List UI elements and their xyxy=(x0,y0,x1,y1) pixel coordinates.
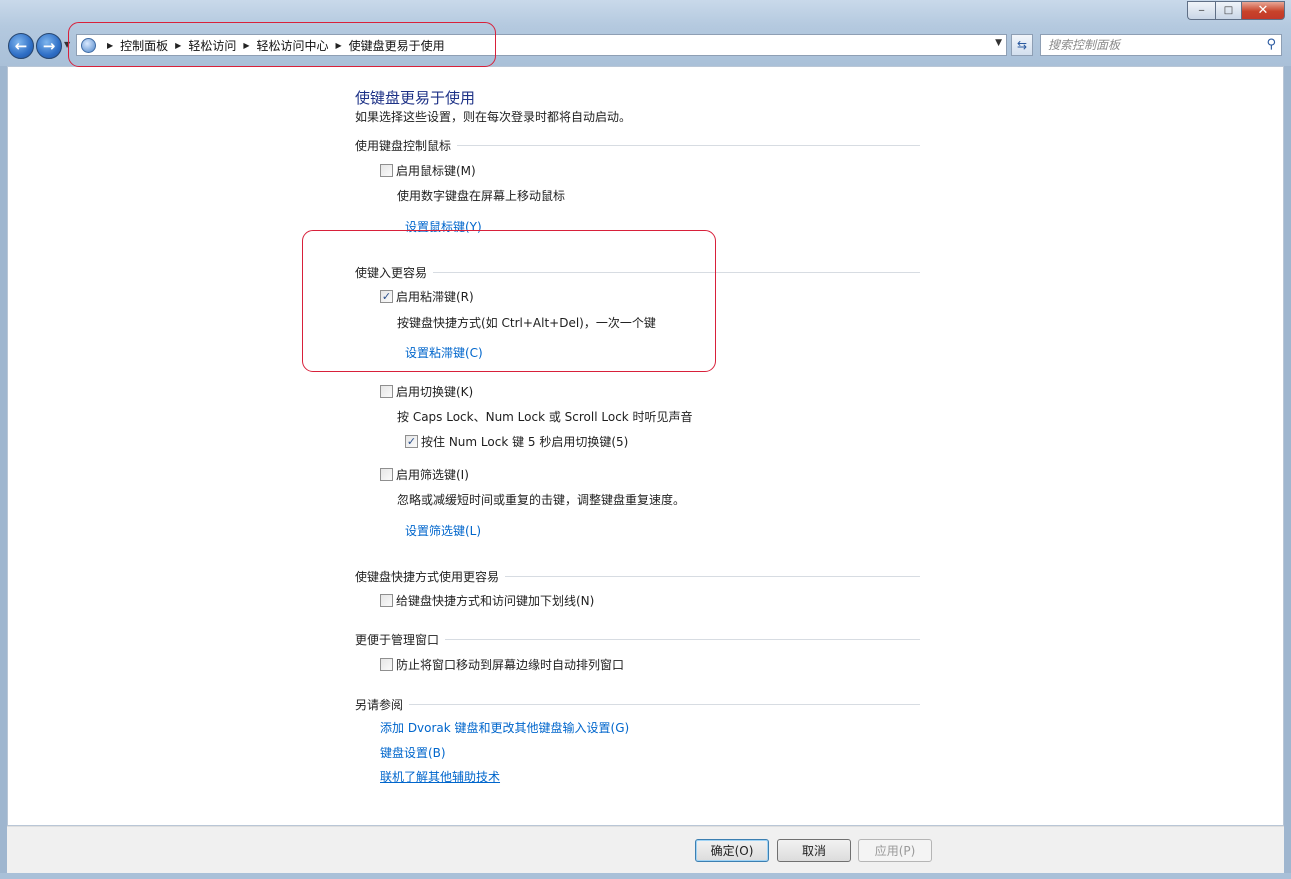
arrow-left-icon: ← xyxy=(14,37,28,55)
section-heading-windows: 更便于管理窗口 xyxy=(355,631,920,648)
minimize-button[interactable]: ‒ xyxy=(1187,1,1215,20)
search-input[interactable] xyxy=(1048,38,1248,52)
search-icon[interactable]: ⚲ xyxy=(1266,37,1276,52)
section-heading-label: 使键入更容易 xyxy=(355,266,428,280)
page-subtitle: 如果选择这些设置，则在每次登录时都将自动启动。 xyxy=(355,110,632,124)
stickykeys-label[interactable]: 启用粘滞键(R) xyxy=(396,288,474,305)
address-bar[interactable]: ▶ 控制面板 ▶ 轻松访问 ▶ 轻松访问中心 ▶ 使键盘更易于使用 ▼ xyxy=(76,34,1007,56)
underline-shortcuts-option[interactable]: 给键盘快捷方式和访问键加下划线(N) xyxy=(380,592,594,609)
dialog-footer: 确定(O) 取消 应用(P) xyxy=(7,826,1284,873)
filterkeys-label[interactable]: 启用筛选键(I) xyxy=(396,466,469,483)
divider xyxy=(445,639,920,640)
section-heading-typing: 使键入更容易 xyxy=(355,264,920,281)
filterkeys-settings-link[interactable]: 设置筛选键(L) xyxy=(405,522,481,539)
breadcrumb-chevron-icon[interactable]: ▶ xyxy=(336,41,342,50)
section-heading-shortcuts: 使键盘快捷方式使用更容易 xyxy=(355,568,920,585)
assistive-tech-online-link[interactable]: 联机了解其他辅助技术 xyxy=(380,768,500,785)
underline-shortcuts-label[interactable]: 给键盘快捷方式和访问键加下划线(N) xyxy=(396,592,594,609)
stickykeys-checkbox[interactable]: ✓ xyxy=(380,290,393,303)
breadcrumb-current-page[interactable]: 使键盘更易于使用 xyxy=(349,37,445,54)
content-pane: 使键盘更易于使用 如果选择这些设置，则在每次登录时都将自动启动。 使用键盘控制鼠… xyxy=(7,66,1284,826)
forward-button[interactable]: → xyxy=(36,33,62,59)
filterkeys-description: 忽略或减缓短时间或重复的击键，调整键盘重复速度。 xyxy=(397,493,686,507)
recent-pages-dropdown[interactable]: ▼ xyxy=(64,40,70,49)
close-button[interactable]: ✕ xyxy=(1241,1,1285,20)
section-heading-label: 使键盘快捷方式使用更容易 xyxy=(355,570,500,584)
underline-shortcuts-checkbox[interactable] xyxy=(380,594,393,607)
numlock-hold-label[interactable]: 按住 Num Lock 键 5 秒启用切换键(5) xyxy=(421,433,628,450)
breadcrumb-ease-of-access[interactable]: 轻松访问 xyxy=(188,37,236,54)
togglekeys-option[interactable]: 启用切换键(K) xyxy=(380,383,473,400)
togglekeys-description: 按 Caps Lock、Num Lock 或 Scroll Lock 时听见声音 xyxy=(397,410,693,424)
refresh-icon: ⇆ xyxy=(1016,38,1028,52)
arrow-right-icon: → xyxy=(42,37,56,55)
page-title: 使键盘更易于使用 xyxy=(355,89,476,107)
stickykeys-description: 按键盘快捷方式(如 Ctrl+Alt+Del)，一次一个键 xyxy=(397,316,656,330)
back-button[interactable]: ← xyxy=(8,33,34,59)
window-bottom-edge xyxy=(0,873,1291,879)
numlock-hold-checkbox[interactable]: ✓ xyxy=(405,435,418,448)
dvorak-keyboard-link[interactable]: 添加 Dvorak 键盘和更改其他键盘输入设置(G) xyxy=(380,719,629,736)
divider xyxy=(409,704,920,705)
caption-buttons: ‒ □ ✕ xyxy=(1187,1,1285,20)
mousekeys-description: 使用数字键盘在屏幕上移动鼠标 xyxy=(397,189,566,203)
mousekeys-label[interactable]: 启用鼠标键(M) xyxy=(396,162,476,179)
filterkeys-checkbox[interactable] xyxy=(380,468,393,481)
section-heading-mouse: 使用键盘控制鼠标 xyxy=(355,137,920,154)
stickykeys-option[interactable]: ✓ 启用粘滞键(R) xyxy=(380,288,474,305)
breadcrumb-ease-of-access-center[interactable]: 轻松访问中心 xyxy=(257,37,329,54)
breadcrumb-chevron-icon[interactable]: ▶ xyxy=(175,41,181,50)
apply-button[interactable]: 应用(P) xyxy=(858,839,932,862)
filterkeys-option[interactable]: 启用筛选键(I) xyxy=(380,466,469,483)
stickykeys-settings-link[interactable]: 设置粘滞键(C) xyxy=(405,344,483,361)
prevent-arrange-checkbox[interactable] xyxy=(380,658,393,671)
breadcrumb-chevron-icon[interactable]: ▶ xyxy=(243,41,249,50)
mousekeys-checkbox[interactable] xyxy=(380,164,393,177)
mousekeys-option[interactable]: 启用鼠标键(M) xyxy=(380,162,476,179)
refresh-button[interactable]: ⇆ xyxy=(1011,34,1033,56)
togglekeys-label[interactable]: 启用切换键(K) xyxy=(396,383,473,400)
section-heading-label: 使用键盘控制鼠标 xyxy=(355,139,452,153)
breadcrumb-chevron-icon[interactable]: ▶ xyxy=(107,41,113,50)
divider xyxy=(457,145,920,146)
search-box[interactable]: ⚲ xyxy=(1040,34,1282,56)
control-panel-icon xyxy=(81,37,96,53)
maximize-button[interactable]: □ xyxy=(1215,1,1241,20)
section-heading-label: 另请参阅 xyxy=(355,698,404,712)
divider xyxy=(505,576,920,577)
cancel-button[interactable]: 取消 xyxy=(777,839,851,862)
togglekeys-checkbox[interactable] xyxy=(380,385,393,398)
mousekeys-settings-link[interactable]: 设置鼠标键(Y) xyxy=(405,218,482,235)
section-heading-label: 更便于管理窗口 xyxy=(355,633,440,647)
breadcrumb-control-panel[interactable]: 控制面板 xyxy=(120,37,168,54)
window-titlebar: ‒ □ ✕ ← → ▼ ▶ 控制面板 ▶ 轻松访问 ▶ 轻松访问中心 ▶ 使键盘… xyxy=(0,0,1291,66)
keyboard-settings-link[interactable]: 键盘设置(B) xyxy=(380,744,446,761)
ok-button[interactable]: 确定(O) xyxy=(695,839,769,862)
prevent-arrange-option[interactable]: 防止将窗口移动到屏幕边缘时自动排列窗口 xyxy=(380,656,624,673)
divider xyxy=(433,272,920,273)
prevent-arrange-label[interactable]: 防止将窗口移动到屏幕边缘时自动排列窗口 xyxy=(396,656,624,673)
section-heading-see-also: 另请参阅 xyxy=(355,696,920,713)
numlock-hold-option[interactable]: ✓ 按住 Num Lock 键 5 秒启用切换键(5) xyxy=(405,433,628,450)
address-history-dropdown[interactable]: ▼ xyxy=(995,38,1002,48)
